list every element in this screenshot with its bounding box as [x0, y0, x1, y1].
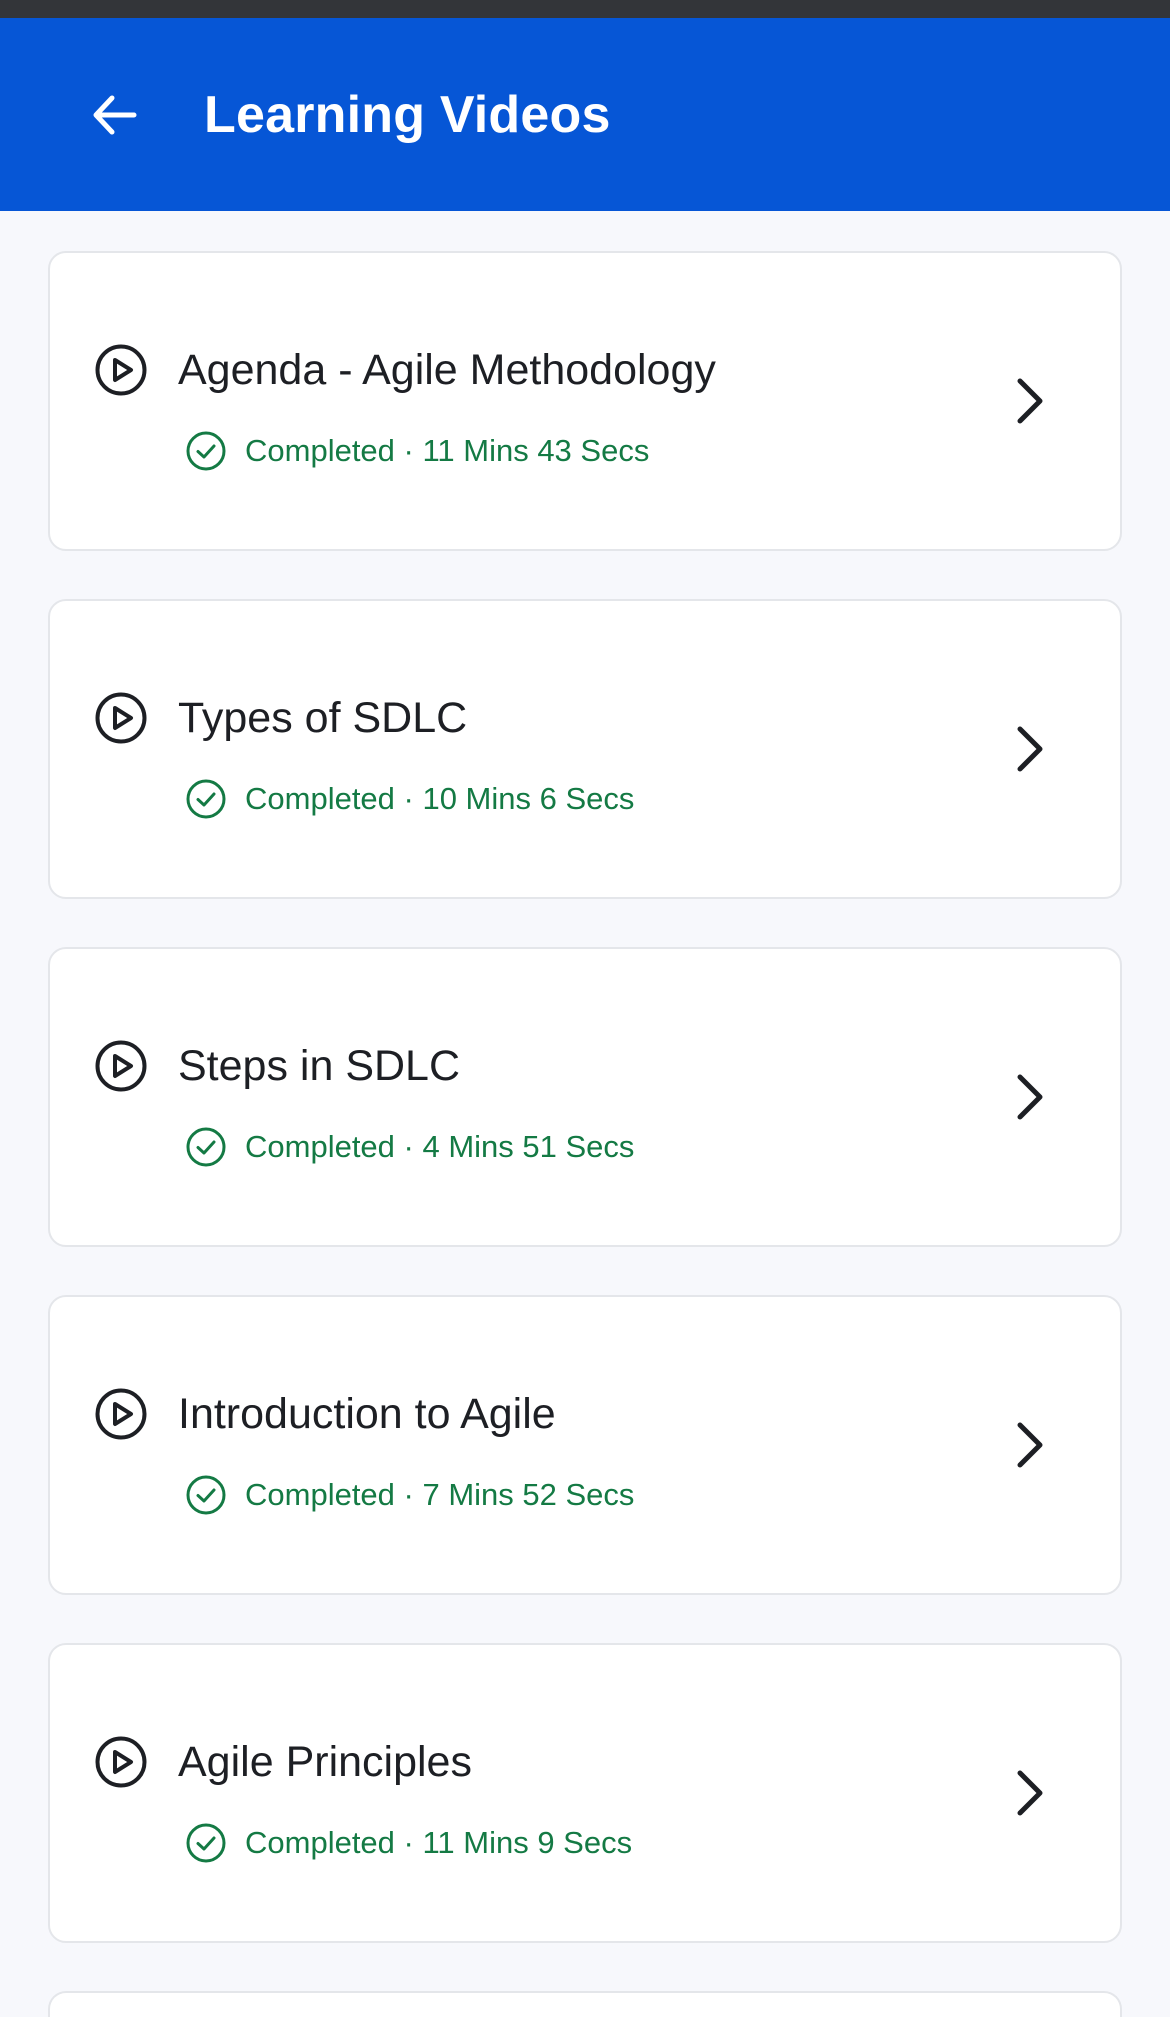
video-card[interactable]: Types of SDLC Completed · 10 Mins 6 Secs: [48, 599, 1122, 899]
check-circle-icon: [186, 1127, 226, 1167]
play-circle-icon: [95, 692, 147, 744]
completion-status: Completed · 11 Mins 43 Secs: [185, 430, 649, 472]
status-text: Completed · 7 Mins 52 Secs: [245, 1477, 635, 1512]
video-list: Agenda - Agile Methodology Completed · 1…: [0, 211, 1170, 2017]
completion-status: Completed · 7 Mins 52 Secs: [185, 1474, 634, 1516]
app-bar: Learning Videos: [0, 18, 1170, 211]
chevron-right-icon: [1017, 1074, 1043, 1120]
video-title: Introduction to Agile: [178, 1390, 556, 1438]
check-circle-icon: [186, 1475, 226, 1515]
video-card[interactable]: [48, 1991, 1122, 2017]
video-title: Steps in SDLC: [178, 1042, 461, 1090]
video-card[interactable]: Steps in SDLC Completed · 4 Mins 51 Secs: [48, 947, 1122, 1247]
status-bar: [0, 0, 1170, 18]
chevron-right-icon: [1017, 1422, 1043, 1468]
status-text: Completed · 10 Mins 6 Secs: [245, 781, 635, 816]
video-title: Types of SDLC: [178, 694, 468, 742]
status-text: Completed · 11 Mins 9 Secs: [245, 1825, 633, 1860]
completion-status: Completed · 4 Mins 51 Secs: [185, 1126, 634, 1168]
video-card[interactable]: Agenda - Agile Methodology Completed · 1…: [48, 251, 1122, 551]
back-button[interactable]: [84, 85, 144, 145]
status-text: Completed · 11 Mins 43 Secs: [245, 433, 650, 468]
check-circle-icon: [186, 431, 226, 471]
check-circle-icon: [186, 1823, 226, 1863]
play-circle-icon: [95, 1388, 147, 1440]
completion-status: Completed · 11 Mins 9 Secs: [185, 1822, 632, 1864]
chevron-right-icon: [1017, 378, 1043, 424]
video-card[interactable]: Agile Principles Completed · 11 Mins 9 S…: [48, 1643, 1122, 1943]
status-text: Completed · 4 Mins 51 Secs: [245, 1129, 635, 1164]
play-circle-icon: [95, 344, 147, 396]
check-circle-icon: [186, 779, 226, 819]
video-card[interactable]: Introduction to Agile Completed · 7 Mins…: [48, 1295, 1122, 1595]
chevron-right-icon: [1017, 1770, 1043, 1816]
page-title: Learning Videos: [204, 85, 611, 144]
play-circle-icon: [95, 1736, 147, 1788]
arrow-left-icon: [93, 95, 137, 134]
chevron-right-icon: [1017, 726, 1043, 772]
play-circle-icon: [95, 1040, 147, 1092]
video-title: Agenda - Agile Methodology: [178, 346, 716, 394]
video-title: Agile Principles: [178, 1738, 472, 1786]
completion-status: Completed · 10 Mins 6 Secs: [185, 778, 634, 820]
